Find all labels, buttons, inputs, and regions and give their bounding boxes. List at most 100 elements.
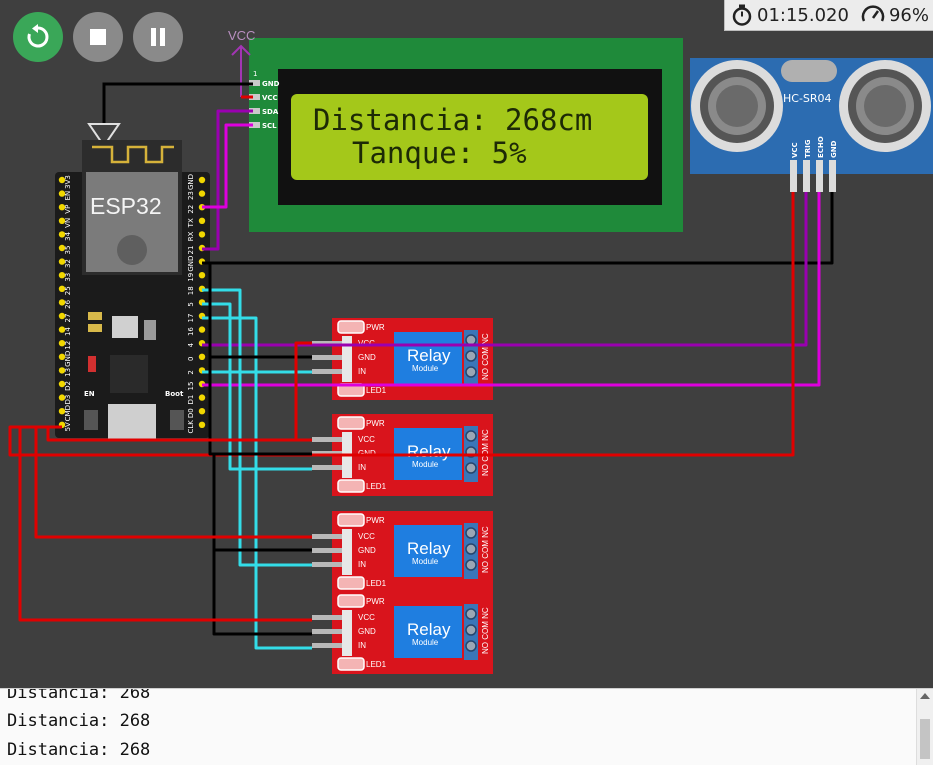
esp32-board[interactable]: ESP32 EN Boot 3V3ENVPVN34353233252627141… [55, 140, 210, 440]
relay-pin-label: IN [358, 560, 366, 569]
esp32-pin-label: 4 [187, 342, 195, 347]
pause-button[interactable] [133, 12, 183, 62]
relay-terminal-screw-icon[interactable] [465, 543, 477, 555]
serial-monitor[interactable]: Distancia: 268 Distancia: 268 Distancia:… [0, 688, 933, 765]
relay-pin-label: VCC [358, 435, 375, 444]
sensor-pin-label: ECHO [817, 136, 825, 158]
scroll-thumb[interactable] [920, 719, 930, 759]
esp32-pin[interactable] [198, 272, 206, 279]
boot-button-label: Boot [165, 390, 184, 398]
esp32-pin[interactable] [198, 176, 206, 184]
esp32-pin-label: D2 [64, 381, 72, 391]
esp32-pin-label: GND [64, 351, 72, 367]
esp32-pin[interactable] [198, 190, 206, 197]
esp32-pin-label: 22 [187, 205, 195, 214]
serial-line: Distancia: 268 [7, 711, 151, 731]
relay-pin[interactable] [312, 615, 342, 620]
esp32-pin-label: D3 [64, 395, 72, 405]
relay-title: Relay [407, 539, 451, 558]
relay-module[interactable]: PWRLED1VCCGNDINRelayModule NO COM NC [312, 318, 493, 400]
esp32-pin[interactable] [198, 394, 206, 401]
pause-icon [151, 28, 165, 46]
relay-terminal-screw-icon[interactable] [465, 640, 477, 652]
relay-terminal-screw-icon[interactable] [465, 430, 477, 442]
esp32-pin-label: TX [187, 218, 195, 228]
relay-terminal-screw-icon[interactable] [465, 366, 477, 378]
relay-pin[interactable] [312, 562, 342, 567]
relay-pin[interactable] [312, 643, 342, 648]
relay-pin[interactable] [312, 369, 342, 374]
relay-terminal-screw-icon[interactable] [465, 527, 477, 539]
relay-terminal-screw-icon[interactable] [465, 559, 477, 571]
esp32-pin-label: 21 [187, 246, 195, 255]
relay-pwr-label: PWR [366, 516, 385, 525]
relay-terminal-screw-icon[interactable] [465, 624, 477, 636]
en-button[interactable] [84, 410, 98, 430]
serial-scrollbar[interactable] [916, 689, 933, 765]
relay-pwr-led [337, 416, 365, 430]
esp32-pin-label: 14 [64, 327, 72, 336]
relay-pin[interactable] [312, 548, 342, 553]
scroll-up-arrow-icon[interactable] [920, 693, 930, 699]
relay-led-label: LED1 [366, 579, 387, 588]
relay-pin[interactable] [312, 629, 342, 634]
vcc-label: VCC [228, 28, 255, 43]
esp32-pin[interactable] [198, 231, 206, 238]
ultrasonic-sensor[interactable]: HC-SR04 VCC TRIG ECHO GND [690, 58, 933, 192]
relay-subtitle: Module [412, 557, 439, 566]
relay-pin[interactable] [312, 355, 342, 360]
relay-title: Relay [407, 442, 451, 461]
relay-pwr-label: PWR [366, 597, 385, 606]
relay-terminal-screw-icon[interactable] [465, 350, 477, 362]
relay-pwr-led [337, 594, 365, 608]
relay-led-label: LED1 [366, 482, 387, 491]
lcd-pin-label: GND [262, 80, 280, 88]
relay-pin[interactable] [312, 534, 342, 539]
restart-icon [27, 24, 49, 48]
relay-terminal-screw-icon[interactable] [465, 608, 477, 620]
relay-subtitle: Module [412, 638, 439, 647]
esp32-pin-label: 5 [187, 302, 195, 306]
relay-pin-label: IN [358, 641, 366, 650]
relay-terminal-screw-icon[interactable] [465, 462, 477, 474]
simulation-canvas[interactable]: Distancia: 268cm Tanque: 5% 1 GND VCC SD… [0, 0, 933, 688]
relay-module[interactable]: PWRLED1VCCGNDINRelayModule NO COM NC [312, 511, 493, 593]
simulation-status: 01:15.020 96% [724, 0, 933, 31]
relay-contacts-label: NO COM NC [481, 333, 490, 380]
esp32-pin[interactable] [198, 421, 206, 428]
lcd-display[interactable]: Distancia: 268cm Tanque: 5% 1 GND VCC SD… [249, 38, 683, 232]
serial-line: Distancia: 268 [7, 740, 151, 760]
circuit-diagram: Distancia: 268cm Tanque: 5% 1 GND VCC SD… [8, 28, 933, 674]
stop-button[interactable] [73, 12, 123, 62]
esp32-pin-label: CLK [187, 420, 195, 434]
relay-pin[interactable] [312, 465, 342, 470]
esp32-pin[interactable] [198, 353, 206, 360]
esp32-pin-label: 32 [64, 259, 72, 268]
relay-status-led [337, 576, 365, 590]
relay-title: Relay [407, 620, 451, 639]
esp32-pin[interactable] [198, 217, 206, 224]
esp32-pin-label: 33 [64, 273, 72, 282]
relay-pin-label: IN [358, 463, 366, 472]
esp32-pin-label: 16 [187, 327, 195, 336]
relay-pin-label: GND [358, 353, 376, 362]
relay-module[interactable]: PWRLED1VCCGNDINRelayModule NO COM NC [312, 592, 493, 674]
ground-symbol[interactable] [87, 82, 253, 148]
sensor-pin-label: TRIG [804, 139, 812, 158]
restart-button[interactable] [13, 12, 63, 62]
relay-status-led [337, 657, 365, 671]
esp32-pin-label: D1 [187, 395, 195, 405]
esp32-pin-label: 12 [64, 341, 72, 350]
boot-button[interactable] [170, 410, 184, 430]
lcd-pin-label: VCC [262, 94, 278, 102]
relay-pwr-label: PWR [366, 323, 385, 332]
relay-pwr-led [337, 513, 365, 527]
esp32-pin[interactable] [198, 326, 206, 333]
sensor-label: HC-SR04 [783, 92, 832, 105]
sensor-transducer-right-icon [839, 60, 931, 152]
esp32-pin-label: RX [187, 231, 195, 241]
relay-pin[interactable] [312, 437, 342, 442]
esp32-pin-label: VP [64, 205, 72, 214]
esp32-pin[interactable] [198, 408, 206, 415]
relay-status-led [337, 479, 365, 493]
